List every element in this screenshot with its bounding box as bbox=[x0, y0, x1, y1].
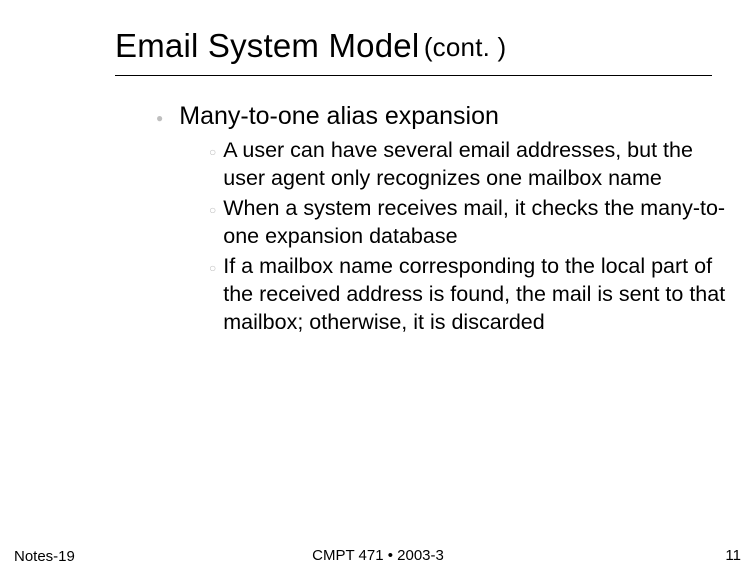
circle-bullet-icon: ○ bbox=[209, 203, 216, 217]
slide-body: ● Many-to-one alias expansion ○ A user c… bbox=[156, 101, 716, 339]
bullet-level2: ○ A user can have several email addresse… bbox=[209, 137, 729, 193]
title-underline bbox=[115, 75, 712, 76]
bullet-level1-text: Many-to-one alias expansion bbox=[179, 101, 499, 132]
sub-bullet-list: ○ A user can have several email addresse… bbox=[209, 137, 729, 337]
slide-title: Email System Model (cont. ) bbox=[115, 26, 695, 66]
circle-bullet-icon: ○ bbox=[209, 145, 216, 159]
footer-page-number: 11 bbox=[725, 547, 741, 564]
title-main: Email System Model bbox=[115, 27, 419, 64]
bullet-level2: ○ If a mailbox name corresponding to the… bbox=[209, 253, 729, 337]
bullet-level2-text: A user can have several email addresses,… bbox=[223, 137, 729, 193]
bullet-level2-text: When a system receives mail, it checks t… bbox=[223, 195, 729, 251]
circle-bullet-icon: ○ bbox=[209, 261, 216, 275]
slide: Email System Model (cont. ) ● Many-to-on… bbox=[0, 0, 756, 576]
footer-course-label: CMPT 471 • 2003-3 bbox=[0, 547, 756, 564]
bullet-level1: ● Many-to-one alias expansion bbox=[156, 101, 716, 132]
bullet-level2-text: If a mailbox name corresponding to the l… bbox=[223, 253, 729, 337]
bullet-level2: ○ When a system receives mail, it checks… bbox=[209, 195, 729, 251]
title-cont: (cont. ) bbox=[424, 32, 507, 62]
disc-bullet-icon: ● bbox=[156, 111, 163, 125]
